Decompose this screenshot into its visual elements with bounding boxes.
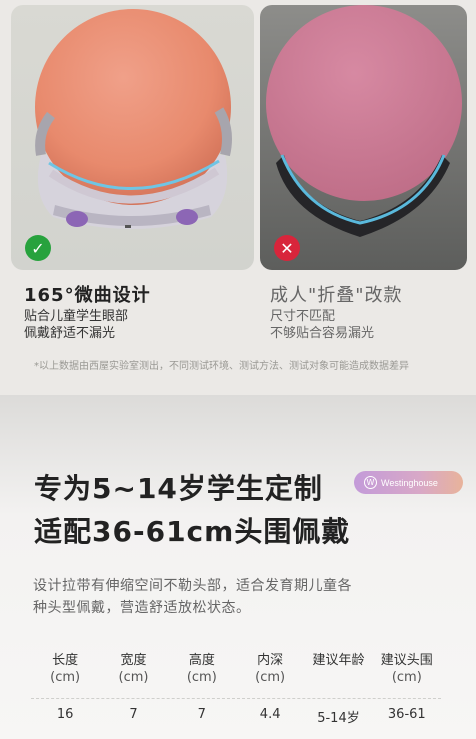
cross-icon: ✕ [274, 235, 300, 261]
check-icon: ✓ [25, 235, 51, 261]
spec-header: 建议头围 (cm) [373, 652, 441, 692]
good-line: 佩戴舒适不漏光 [24, 326, 116, 341]
good-mask-image: ✓ [11, 5, 254, 270]
spec-value: 5-14岁 [317, 711, 360, 726]
spec-header-name: 宽度 [120, 653, 147, 668]
spec-header: 高度 (cm) [168, 652, 236, 692]
spec-header: 宽度 (cm) [99, 652, 167, 692]
disclaimer-note: *以上数据由西屋实验室测出，不同测试环境、测试方法、测试对象可能造成数据差异 [34, 361, 409, 372]
folded-mask-illustration [266, 5, 462, 237]
headline-line-2: 适配36-61cm头围佩戴 [34, 515, 351, 548]
bad-mask-image: ✕ [260, 5, 467, 270]
spec-header: 长度 (cm) [31, 652, 99, 692]
comparison-section: ✓ ✕ 165°微曲设计 贴合儿童学生眼部 佩戴舒适不漏光 成人"折叠"改款 尺… [0, 0, 476, 395]
bad-line: 不够贴合容易漏光 [270, 326, 375, 341]
spec-header-row: 长度 (cm) 宽度 (cm) 高度 (cm) 内深 (cm) 建议年龄 建议头围 (cm… [31, 652, 441, 692]
good-line: 贴合儿童学生眼部 [24, 309, 129, 324]
spec-value-row: 16 7 7 4.4 5-14岁 36-61 [31, 707, 441, 726]
fit-description: 设计拉带有伸缩空间不勒头部，适合发育期儿童各种头型佩戴，营造舒适放松状态。 [33, 578, 352, 616]
spec-value: 16 [56, 707, 74, 722]
spec-header-unit: (cm) [391, 670, 422, 685]
headline-line-1: 专为5~14岁学生定制 [34, 472, 323, 505]
spec-header-unit: (cm) [118, 670, 149, 685]
spec-header-unit: (cm) [255, 670, 286, 685]
spec-value: 7 [197, 707, 206, 722]
bad-title: 成人"折叠"改款 [270, 285, 403, 306]
brand-badge: W Westinghouse [354, 471, 463, 494]
spec-header: 建议年龄 [304, 652, 372, 692]
spec-value: 7 [129, 707, 138, 722]
curved-mask-illustration [35, 9, 232, 229]
bad-line: 尺寸不匹配 [270, 309, 336, 324]
spec-header-name: 内深 [257, 653, 284, 668]
spec-header-unit: (cm) [186, 670, 217, 685]
brand-name: Westinghouse [381, 477, 438, 488]
good-description: 贴合儿童学生眼部 佩戴舒适不漏光 [24, 308, 128, 342]
spec-header-name: 高度 [188, 653, 215, 668]
spec-header-name: 建议头围 [380, 653, 433, 668]
spec-header: 内深 (cm) [236, 652, 304, 692]
brand-logo-icon: W [364, 476, 377, 489]
spec-header-unit: (cm) [50, 670, 81, 685]
spec-header-name: 建议年龄 [312, 653, 365, 668]
spec-header-name: 长度 [52, 653, 79, 668]
spec-table: 长度 (cm) 宽度 (cm) 高度 (cm) 内深 (cm) 建议年龄 建议头围 (cm… [31, 652, 441, 726]
table-divider [31, 698, 441, 699]
spec-value: 36-61 [387, 707, 426, 722]
bad-description: 尺寸不匹配 不够贴合容易漏光 [270, 308, 374, 342]
spec-value: 4.4 [259, 707, 281, 722]
good-title: 165°微曲设计 [24, 285, 151, 306]
